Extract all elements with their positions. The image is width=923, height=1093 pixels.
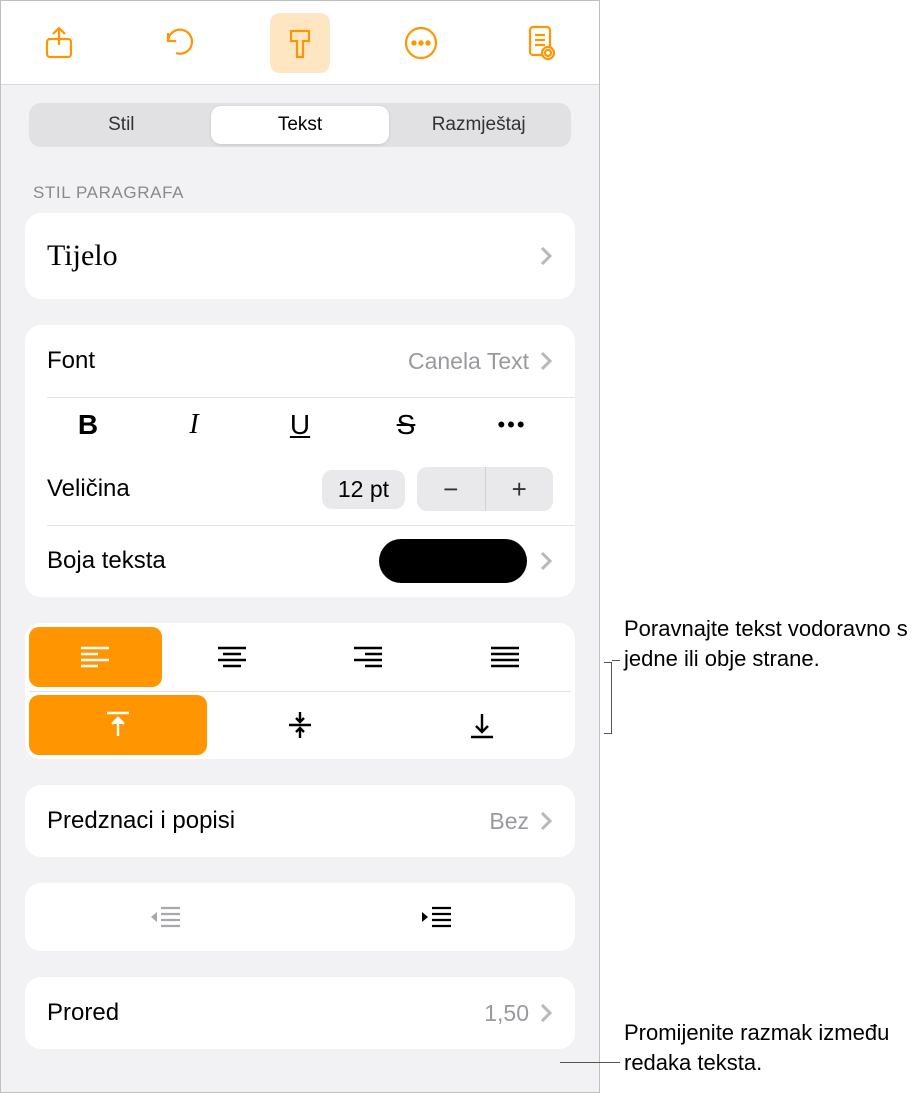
chevron-right-icon: [539, 350, 553, 372]
line-spacing-card: Prored 1,50: [25, 977, 575, 1049]
size-decrease-button[interactable]: −: [417, 467, 486, 511]
align-right-button[interactable]: [302, 627, 435, 687]
indent-row: [25, 883, 575, 951]
text-color-swatch[interactable]: [379, 539, 527, 583]
bullets-lists-label: Predznaci i popisi: [47, 807, 235, 835]
bullets-lists-row[interactable]: Predznaci i popisi Bez: [25, 785, 575, 857]
valign-top-button[interactable]: [29, 695, 207, 755]
vertical-alignment-row: [25, 691, 575, 759]
line-spacing-row[interactable]: Prored 1,50: [25, 977, 575, 1049]
tab-style[interactable]: Stil: [32, 106, 211, 144]
size-increase-button[interactable]: +: [486, 467, 554, 511]
callout-leader: [560, 1062, 620, 1063]
font-row[interactable]: Font Canela Text: [25, 325, 575, 397]
size-row: Veličina 12 pt − +: [25, 453, 575, 525]
callout-leader: [612, 660, 620, 661]
bold-button[interactable]: B: [35, 397, 141, 453]
top-toolbar: [1, 1, 599, 85]
align-left-button[interactable]: [29, 627, 162, 687]
strikethrough-button[interactable]: S: [353, 397, 459, 453]
horizontal-alignment-row: [25, 623, 575, 691]
text-style-more-button[interactable]: •••: [459, 397, 565, 453]
text-color-row[interactable]: Boja teksta: [25, 525, 575, 597]
format-tabs: Stil Tekst Razmještaj: [29, 103, 571, 147]
callout-spacing: Promijenite razmak između redaka teksta.: [624, 1018, 920, 1077]
font-label: Font: [47, 347, 95, 375]
share-button[interactable]: [29, 13, 89, 73]
bullets-lists-value: Bez: [489, 808, 529, 835]
bullets-lists-card: Predznaci i popisi Bez: [25, 785, 575, 857]
size-stepper: − +: [417, 467, 553, 511]
paragraph-style-card: Tijelo: [25, 213, 575, 299]
format-panel: Stil Tekst Razmještaj STIL PARAGRAFA Tij…: [0, 0, 600, 1093]
italic-button[interactable]: I: [141, 397, 247, 453]
document-view-button[interactable]: [511, 13, 571, 73]
more-button[interactable]: [391, 13, 451, 73]
alignment-card: [25, 623, 575, 759]
callout-align: Poravnajte tekst vodoravno s jedne ili o…: [624, 614, 914, 673]
undo-button[interactable]: [150, 13, 210, 73]
size-value[interactable]: 12 pt: [322, 470, 405, 509]
paragraph-style-value: Tijelo: [47, 239, 118, 273]
font-card: Font Canela Text B I U S ••• Veličina 12…: [25, 325, 575, 597]
chevron-right-icon: [539, 1002, 553, 1024]
line-spacing-value: 1,50: [484, 1000, 529, 1027]
text-color-label: Boja teksta: [47, 547, 166, 575]
tab-text[interactable]: Tekst: [211, 106, 390, 144]
format-brush-button[interactable]: [270, 13, 330, 73]
chevron-right-icon: [539, 550, 553, 572]
chevron-right-icon: [539, 245, 553, 267]
callout-bracket: [604, 662, 612, 734]
tab-layout[interactable]: Razmještaj: [389, 106, 568, 144]
chevron-right-icon: [539, 810, 553, 832]
size-label: Veličina: [47, 475, 130, 503]
indent-button[interactable]: [300, 887, 571, 947]
paragraph-style-section-label: STIL PARAGRAFA: [33, 183, 567, 203]
valign-middle-button[interactable]: [211, 695, 389, 755]
outdent-button[interactable]: [29, 887, 300, 947]
align-justify-button[interactable]: [439, 627, 572, 687]
text-style-row: B I U S •••: [25, 397, 575, 453]
align-center-button[interactable]: [166, 627, 299, 687]
paragraph-style-row[interactable]: Tijelo: [25, 213, 575, 299]
underline-button[interactable]: U: [247, 397, 353, 453]
indent-card: [25, 883, 575, 951]
line-spacing-label: Prored: [47, 999, 119, 1027]
valign-bottom-button[interactable]: [393, 695, 571, 755]
font-value: Canela Text: [408, 348, 529, 375]
